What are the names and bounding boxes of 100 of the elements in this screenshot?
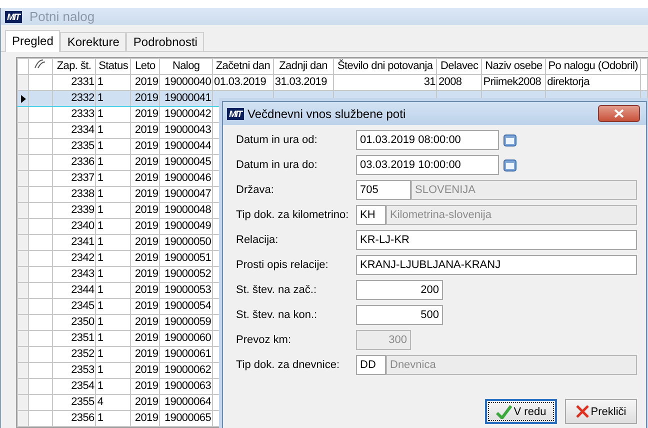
- table-cell: 1: [96, 90, 131, 106]
- table-cell: 1: [96, 250, 131, 266]
- table-cell: 2019: [130, 170, 160, 186]
- column-header[interactable]: Leto: [130, 58, 160, 74]
- table-cell: 1: [96, 330, 131, 346]
- table-cell: 19000051: [160, 250, 213, 266]
- table-cell: 19000043: [160, 122, 213, 138]
- table-cell: 2019: [130, 378, 160, 394]
- field-label: Prevoz km:: [236, 334, 292, 346]
- table-cell: 1: [96, 202, 131, 218]
- column-header[interactable]: Delavec: [436, 58, 482, 74]
- column-header[interactable]: Nalog: [160, 58, 213, 74]
- table-cell: 19000052: [160, 266, 213, 282]
- cross-icon: [576, 405, 589, 418]
- close-icon: [614, 109, 624, 118]
- field-label: St. štev. na zač.:: [236, 284, 318, 296]
- number-field[interactable]: 200: [356, 280, 443, 300]
- table-cell: 2336: [52, 154, 96, 170]
- table-cell: 2019: [130, 154, 160, 170]
- table-cell: 2353: [52, 362, 96, 378]
- column-header[interactable]: Zap. št.: [52, 58, 96, 74]
- table-cell: 2019: [130, 106, 160, 122]
- field-label: Prosti opis relacije:: [236, 259, 330, 271]
- table-cell: 19000053: [160, 282, 213, 298]
- column-header[interactable]: Naziv osebe: [482, 58, 546, 74]
- table-cell: 2345: [52, 298, 96, 314]
- calendar-icon[interactable]: [503, 133, 517, 147]
- table-cell: 1: [96, 410, 131, 426]
- field-label: St. štev. na kon.:: [236, 309, 318, 321]
- ok-button[interactable]: V redu: [485, 399, 557, 424]
- table-cell: 19000050: [160, 234, 213, 250]
- table-cell: 2019: [130, 298, 160, 314]
- table-cell: 19000045: [160, 154, 213, 170]
- date-field[interactable]: 03.03.2019 10:00:00: [356, 155, 499, 175]
- code-field[interactable]: DD: [356, 355, 386, 375]
- table-cell: 2019: [130, 234, 160, 250]
- number-field[interactable]: 500: [356, 305, 443, 325]
- dialog-title: Večdnevni vnos službene poti: [248, 106, 407, 120]
- table-cell: 2019: [130, 218, 160, 234]
- field-label: Datum in ura do:: [236, 159, 318, 171]
- checkmark-icon: [496, 404, 512, 418]
- column-header[interactable]: Začetni dan: [212, 58, 274, 74]
- tab[interactable]: Pregled: [5, 30, 60, 52]
- app-logo: MIT: [227, 108, 244, 120]
- table-cell: 2354: [52, 378, 96, 394]
- table-cell: 2019: [130, 362, 160, 378]
- table-cell: 1: [96, 218, 131, 234]
- text-field[interactable]: KR-LJ-KR: [356, 230, 637, 250]
- cancel-button[interactable]: Prekliči: [565, 399, 637, 424]
- code-field[interactable]: KH: [356, 205, 386, 225]
- table-cell: 19000064: [160, 394, 213, 410]
- table-cell: 2356: [52, 410, 96, 426]
- table-cell: 19000047: [160, 186, 213, 202]
- tab[interactable]: Podrobnosti: [126, 32, 204, 51]
- table-cell: 1: [96, 186, 131, 202]
- table-cell: 1: [96, 282, 131, 298]
- table-cell: 2339: [52, 202, 96, 218]
- table-cell: 1: [96, 154, 131, 170]
- code-field[interactable]: 705: [356, 180, 411, 200]
- table-cell: 2350: [52, 314, 96, 330]
- table-cell: 1: [96, 378, 131, 394]
- text-field[interactable]: KRANJ-LJUBLJANA-KRANJ: [356, 255, 637, 275]
- table-cell: 19000041: [160, 90, 213, 106]
- table-cell: 2337: [52, 170, 96, 186]
- table-cell: 19000054: [160, 298, 213, 314]
- table-cell: 2343: [52, 266, 96, 282]
- tab[interactable]: Korekture: [60, 32, 126, 51]
- table-cell: 19000061: [160, 346, 213, 362]
- table-cell: 19000065: [160, 410, 213, 426]
- column-header[interactable]: Po nalogu (Odobril): [546, 58, 641, 74]
- table-cell: 2344: [52, 282, 96, 298]
- column-header[interactable]: Status: [96, 58, 131, 74]
- table-cell: 2355: [52, 394, 96, 410]
- close-button[interactable]: [598, 105, 640, 122]
- field-label: Tip dok. za kilometrino:: [236, 209, 350, 221]
- date-field[interactable]: 01.03.2019 08:00:00: [356, 130, 499, 150]
- table-cell: 2019: [130, 122, 160, 138]
- table-cell: 2019: [130, 346, 160, 362]
- table-cell: 19000049: [160, 218, 213, 234]
- column-header[interactable]: Število dni potovanja: [333, 58, 437, 74]
- field-label: Država:: [236, 184, 275, 196]
- table-cell: 2019: [130, 314, 160, 330]
- table-cell: 19000046: [160, 170, 213, 186]
- table-cell: 1: [96, 362, 131, 378]
- table-cell: 2351: [52, 330, 96, 346]
- table-cell: 2019: [130, 410, 160, 426]
- column-header[interactable]: Zadnji dan: [273, 58, 334, 74]
- table-cell: 2340: [52, 218, 96, 234]
- table-cell: 1: [96, 346, 131, 362]
- table-cell: 1: [96, 298, 131, 314]
- table-cell: 2352: [52, 346, 96, 362]
- table-cell: 2334: [52, 122, 96, 138]
- table-cell: 19000048: [160, 202, 213, 218]
- calendar-icon[interactable]: [503, 158, 517, 172]
- table-cell: 1: [96, 106, 131, 122]
- table-cell: 2019: [130, 202, 160, 218]
- table-cell: 1: [96, 234, 131, 250]
- table-cell: 2019: [130, 250, 160, 266]
- table-cell: 2342: [52, 250, 96, 266]
- table-cell: 1: [96, 170, 131, 186]
